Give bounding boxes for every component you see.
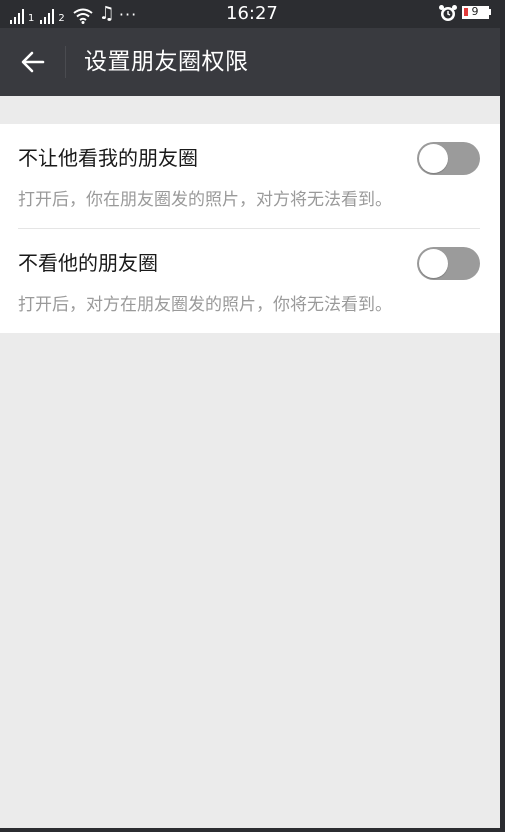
setting-row-hide-my-moments[interactable]: 不让他看我的朋友圈 打开后，你在朋友圈发的照片，对方将无法看到。 bbox=[0, 124, 500, 229]
signal-icon-2 bbox=[40, 8, 56, 24]
alarm-icon bbox=[439, 5, 457, 21]
arrow-left-icon bbox=[21, 51, 45, 73]
toggle-knob bbox=[419, 249, 448, 278]
battery-percent: 9 bbox=[471, 5, 479, 18]
setting-description: 打开后，你在朋友圈发的照片，对方将无法看到。 bbox=[18, 190, 392, 210]
setting-label: 不让他看我的朋友圈 bbox=[18, 146, 198, 170]
wifi-icon bbox=[73, 8, 93, 24]
setting-row-hide-their-moments[interactable]: 不看他的朋友圈 打开后，对方在朋友圈发的照片，你将无法看到。 bbox=[0, 229, 500, 333]
status-left: 1 2 ♫ ··· bbox=[10, 2, 137, 24]
header-bar: 设置朋友圈权限 bbox=[0, 28, 500, 96]
page-title: 设置朋友圈权限 bbox=[84, 49, 249, 75]
back-button[interactable] bbox=[12, 45, 52, 79]
battery-icon: 9 bbox=[462, 5, 489, 19]
sim1-label: 1 bbox=[28, 13, 35, 24]
toggle-hide-my-moments[interactable] bbox=[417, 142, 480, 175]
screen-edge-bottom bbox=[0, 828, 505, 832]
toggle-hide-their-moments[interactable] bbox=[417, 247, 480, 280]
header-divider bbox=[65, 46, 66, 78]
signal-icon bbox=[10, 8, 26, 24]
sim2-label: 2 bbox=[58, 13, 65, 24]
status-bar: 1 2 ♫ ··· 16:27 9 bbox=[0, 0, 500, 28]
battery-tip bbox=[489, 9, 491, 15]
music-icon: ♫ bbox=[98, 3, 115, 24]
setting-label: 不看他的朋友圈 bbox=[18, 251, 158, 275]
settings-group: 不让他看我的朋友圈 打开后，你在朋友圈发的照片，对方将无法看到。 不看他的朋友圈… bbox=[0, 124, 500, 333]
toggle-knob bbox=[419, 144, 448, 173]
more-icon: ··· bbox=[118, 5, 138, 24]
screen-edge-right bbox=[500, 0, 505, 832]
setting-description: 打开后，对方在朋友圈发的照片，你将无法看到。 bbox=[18, 295, 392, 315]
status-time: 16:27 bbox=[226, 3, 278, 24]
app-screen: 1 2 ♫ ··· 16:27 9 设置朋友圈权限 不让他看我的朋友圈 打开后，… bbox=[0, 0, 500, 828]
